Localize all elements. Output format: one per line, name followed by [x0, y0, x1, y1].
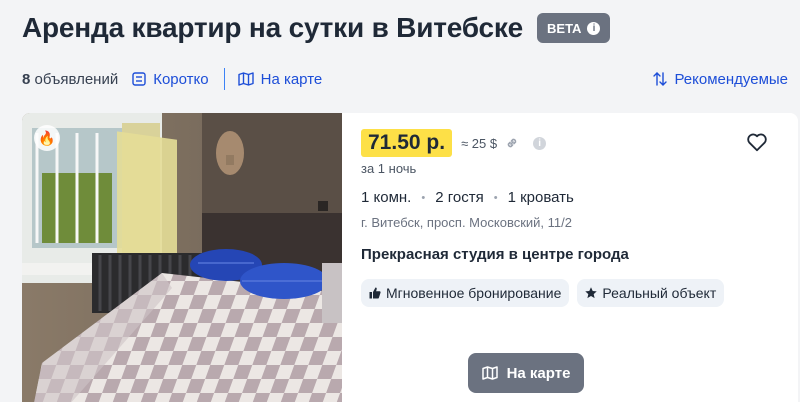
listing-count: 8 объявлений [22, 71, 118, 88]
price-usd: ≈ 25 $ [461, 135, 498, 151]
listing-address: г. Витебск, просп. Московский, 11/2 [361, 215, 572, 230]
title-row: Аренда квартир на сутки в Витебске BETA … [22, 12, 611, 44]
beds-count: 1 кровать [507, 189, 574, 206]
price-info-icon[interactable]: i [533, 136, 547, 150]
toolbar-divider [223, 68, 225, 90]
page: Аренда квартир на сутки в Витебске BETA … [0, 0, 800, 402]
page-title: Аренда квартир на сутки в Витебске [22, 12, 524, 43]
sort-label: Рекомендуемые [674, 70, 788, 88]
list-view-icon [132, 72, 146, 86]
sort-button[interactable]: Рекомендуемые [653, 71, 788, 88]
listing-count-label: объявлений [34, 70, 119, 88]
show-on-map-button[interactable]: На карте [468, 353, 584, 393]
compact-view-button[interactable]: Коротко [132, 70, 209, 88]
toolbar: 8 объявлений Коротко На карте Рекомендуе… [22, 64, 788, 94]
info-icon: i [587, 21, 601, 35]
show-on-map-label: На карте [506, 364, 571, 382]
tag-real-object: Реальный объект [577, 279, 725, 307]
fire-icon: 🔥 [34, 125, 60, 151]
map-icon [237, 72, 254, 86]
star-icon [585, 287, 598, 299]
guests-count: 2 гостя [435, 189, 484, 206]
tag-label: Реальный объект [602, 285, 717, 301]
listing-count-number: 8 [22, 70, 31, 88]
apartment-photo-image [22, 113, 342, 402]
listing-specs: 1 комн. • 2 гостя • 1 кровать [361, 189, 798, 206]
bullet-separator: • [493, 191, 498, 204]
map-view-label: На карте [260, 70, 323, 88]
per-night-label: за 1 ночь [361, 161, 417, 176]
beta-label: BETA [547, 20, 582, 36]
listing-details: 71.50 р. ≈ 25 $ i за 1 ночь 1 комн. • 2 … [361, 129, 798, 307]
map-view-button[interactable]: На карте [237, 70, 323, 88]
tag-label: Мгновенное бронирование [386, 285, 562, 301]
listing-title[interactable]: Прекрасная студия в центре города [361, 246, 798, 263]
map-icon [481, 366, 498, 380]
tag-instant-booking: Мгновенное бронирование [361, 279, 570, 307]
sort-icon [653, 72, 668, 86]
listing-photo[interactable]: 🔥 [22, 113, 342, 402]
listing-tags: Мгновенное бронирование Реальный объект [361, 279, 798, 307]
compact-view-label: Коротко [153, 70, 209, 88]
listing-card[interactable]: 🔥 71.50 р. ≈ 25 $ i за 1 ночь 1 комн. • … [22, 113, 798, 402]
price-row: 71.50 р. ≈ 25 $ i [361, 129, 798, 157]
price-badge: 71.50 р. [361, 129, 453, 157]
bullet-separator: • [421, 191, 426, 204]
beta-badge[interactable]: BETA i [537, 13, 611, 43]
link-icon[interactable] [505, 136, 519, 150]
rooms-count: 1 комн. [361, 189, 412, 206]
thumbs-up-icon [369, 287, 381, 299]
